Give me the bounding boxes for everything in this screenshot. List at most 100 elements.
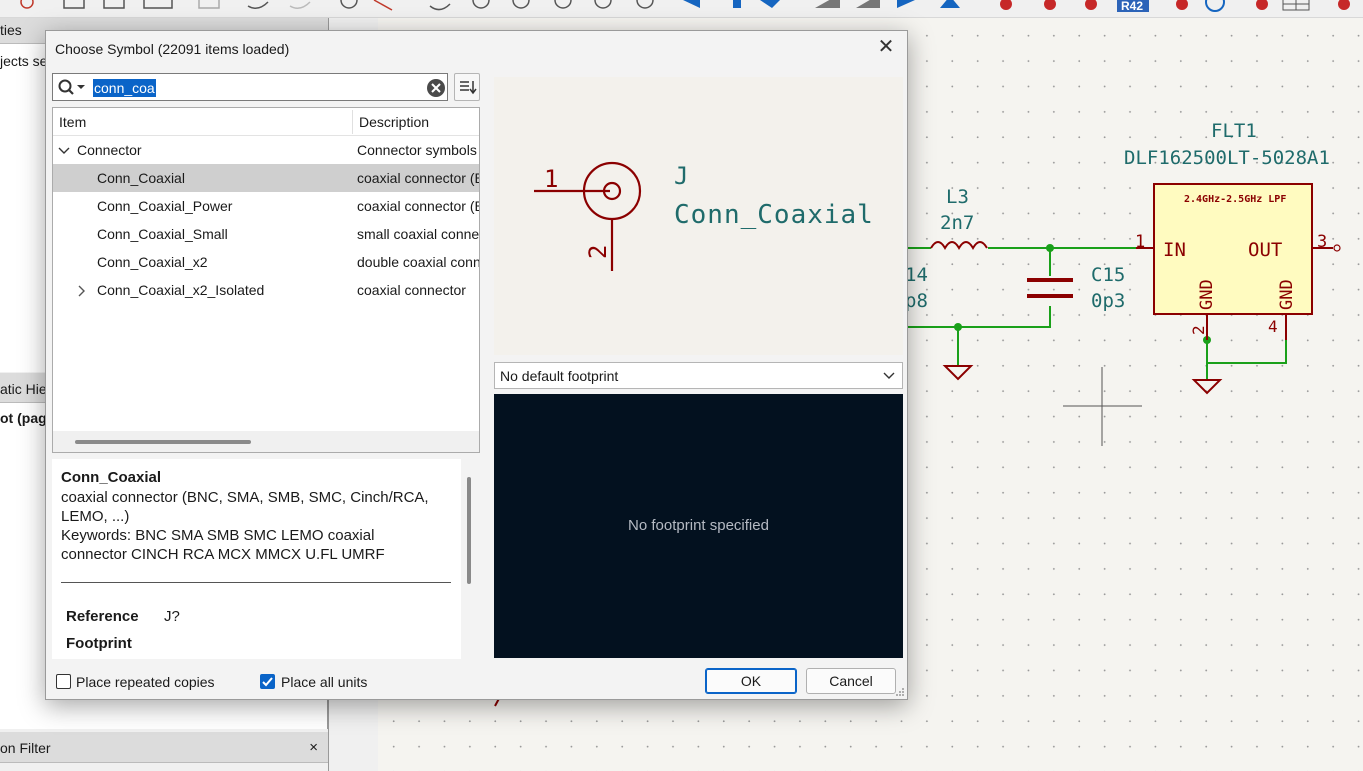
choose-symbol-dialog: Choose Symbol (22091 items loaded) ✕ con… bbox=[45, 30, 908, 700]
footprint-preview-message: No footprint specified bbox=[628, 517, 769, 534]
assign-footprints-icon bbox=[1176, 0, 1188, 10]
undo-icon bbox=[247, 1, 269, 9]
symbol-preview-canvas: 1 2 J Conn_Coaxial bbox=[494, 77, 903, 355]
tree-row-symbol[interactable]: Conn_Coaxial coaxial connector (BNC, SMA bbox=[53, 164, 479, 192]
filter-pin-number: 2 bbox=[1189, 325, 1208, 335]
nav-forward-icon bbox=[760, 0, 780, 8]
filter-gnd-label: GND bbox=[1197, 279, 1217, 310]
reference-value: J? bbox=[164, 608, 180, 625]
column-header-item[interactable]: Item bbox=[59, 114, 86, 130]
coax-symbol-preview: 1 2 J Conn_Coaxial bbox=[534, 161, 874, 271]
paste-icon bbox=[143, 0, 173, 9]
chevron-right-icon[interactable] bbox=[75, 284, 89, 298]
filter-pin-number: 3 bbox=[1317, 232, 1327, 252]
clear-search-icon[interactable] bbox=[426, 78, 446, 98]
edit-fields-icon bbox=[1256, 0, 1268, 10]
hierarchy-panel-title: atic Hie bbox=[0, 381, 47, 397]
tree-row-description: double coaxial connector bbox=[357, 254, 480, 270]
sort-button[interactable] bbox=[454, 73, 480, 101]
filter-panel-header: on Filter × bbox=[0, 732, 328, 763]
junction-dot bbox=[954, 323, 962, 331]
cancel-button[interactable]: Cancel bbox=[806, 668, 896, 694]
zoom-out-icon bbox=[512, 0, 530, 9]
details-symbol-name: Conn_Coaxial bbox=[61, 469, 162, 486]
zoom-selection-icon bbox=[636, 0, 654, 9]
tree-row-description: Connector symbols bbox=[357, 142, 477, 158]
tree-row-description: coaxial connector bbox=[357, 282, 466, 298]
erc-icon bbox=[1000, 0, 1012, 10]
resize-grip-icon[interactable] bbox=[895, 687, 905, 697]
tree-horizontal-scrollbar[interactable] bbox=[53, 431, 479, 452]
footprint-preview-canvas: No footprint specified bbox=[494, 394, 903, 658]
sort-icon bbox=[460, 81, 477, 95]
place-all-units-checkbox[interactable] bbox=[260, 674, 275, 689]
symbol-details-panel: Conn_Coaxial coaxial connector (BNC, SMA… bbox=[52, 459, 461, 659]
find-icon bbox=[340, 0, 358, 9]
footprint-label: Footprint bbox=[66, 635, 132, 652]
place-repeated-copies-checkbox[interactable] bbox=[56, 674, 71, 689]
details-description: coaxial connector (BNC, SMA, SMB, SMC, C… bbox=[61, 489, 429, 525]
reference-label: Reference bbox=[66, 608, 139, 625]
tree-row-symbol[interactable]: Conn_Coaxial_Power coaxial connector (BN… bbox=[53, 192, 479, 220]
capacitor-value: 0p3 bbox=[1091, 290, 1125, 312]
mirror-icon bbox=[815, 0, 840, 8]
symbol-search-field[interactable]: conn_coa bbox=[52, 73, 448, 101]
filter-pin-in: IN bbox=[1163, 239, 1186, 261]
place-all-units-label[interactable]: Place all units bbox=[281, 674, 367, 690]
filter-pin-number: 1 bbox=[1135, 232, 1145, 252]
toolbar-icons[interactable]: R42 bbox=[0, 0, 1363, 18]
netlist-icon bbox=[1085, 0, 1097, 10]
refresh-icon bbox=[429, 3, 451, 11]
preview-value: Conn_Coaxial bbox=[674, 200, 874, 230]
simulator-icon bbox=[897, 0, 915, 8]
tree-row-symbol[interactable]: Conn_Coaxial_x2 double coaxial connector bbox=[53, 248, 480, 276]
ok-button[interactable]: OK bbox=[705, 668, 797, 694]
place-repeated-copies-label[interactable]: Place repeated copies bbox=[76, 674, 215, 690]
tree-row-item: Conn_Coaxial_Small bbox=[97, 226, 228, 242]
symbol-tree[interactable]: Item Description Connector Connector sym… bbox=[52, 107, 480, 453]
filter-pin-out: OUT bbox=[1248, 239, 1282, 261]
scrollbar-thumb[interactable] bbox=[75, 440, 251, 444]
filter-panel-close-icon[interactable]: × bbox=[309, 739, 318, 756]
ground-symbol bbox=[1191, 379, 1223, 395]
tree-row-item: Conn_Coaxial_Power bbox=[97, 198, 233, 214]
filter-reference: FLT1 bbox=[1211, 120, 1257, 142]
checkmark-icon bbox=[262, 677, 273, 687]
details-keywords: Keywords: BNC SMA SMB SMC LEMO coaxial c… bbox=[61, 527, 385, 563]
chevron-down-icon[interactable] bbox=[57, 144, 71, 158]
zoom-objects-icon bbox=[594, 0, 612, 9]
tree-row-description: coaxial connector (BNC, SMA bbox=[357, 170, 479, 186]
redo-icon bbox=[289, 1, 311, 9]
preview-reference: J bbox=[674, 162, 688, 190]
capacitor-reference: C15 bbox=[1091, 264, 1125, 286]
tree-row-description: small coaxial connector bbox=[357, 226, 480, 242]
tree-row-library[interactable]: Connector Connector symbols bbox=[53, 136, 479, 164]
column-header-description[interactable]: Description bbox=[359, 114, 429, 130]
filter-value: DLF162500LT-5028A1 bbox=[1124, 147, 1330, 169]
hierarchy-root-item[interactable]: ot (pag bbox=[0, 410, 47, 426]
search-input-selected-text: conn_coa bbox=[93, 79, 156, 97]
search-icon[interactable] bbox=[57, 78, 87, 96]
annotate-icon bbox=[940, 0, 960, 8]
settings-icon bbox=[20, 0, 34, 9]
chevron-down-icon bbox=[883, 372, 895, 379]
dialog-close-button[interactable]: ✕ bbox=[875, 37, 897, 59]
tree-row-item: Connector bbox=[77, 142, 142, 158]
details-scrollbar-thumb[interactable] bbox=[467, 477, 471, 584]
component-reference-partial: 14 bbox=[905, 264, 928, 286]
find-replace-icon bbox=[373, 0, 393, 11]
nav-up-icon bbox=[733, 0, 741, 8]
tree-header: Item Description bbox=[53, 108, 479, 136]
pcb-icon bbox=[1338, 0, 1350, 10]
tree-row-item: Conn_Coaxial_x2 bbox=[97, 254, 208, 270]
tree-row-symbol[interactable]: Conn_Coaxial_x2_Isolated coaxial connect… bbox=[53, 276, 479, 304]
pin2-number: 2 bbox=[584, 245, 612, 259]
delete-icon bbox=[198, 0, 220, 9]
inductor-value: 2n7 bbox=[940, 212, 974, 234]
dialog-title: Choose Symbol (22091 items loaded) bbox=[55, 41, 290, 57]
column-divider[interactable] bbox=[352, 110, 353, 134]
tree-row-symbol[interactable]: Conn_Coaxial_Small small coaxial connect… bbox=[53, 220, 480, 248]
pin1-number: 1 bbox=[544, 165, 558, 193]
footprint-dropdown[interactable]: No default footprint bbox=[494, 362, 903, 389]
ground-symbol bbox=[942, 365, 974, 381]
